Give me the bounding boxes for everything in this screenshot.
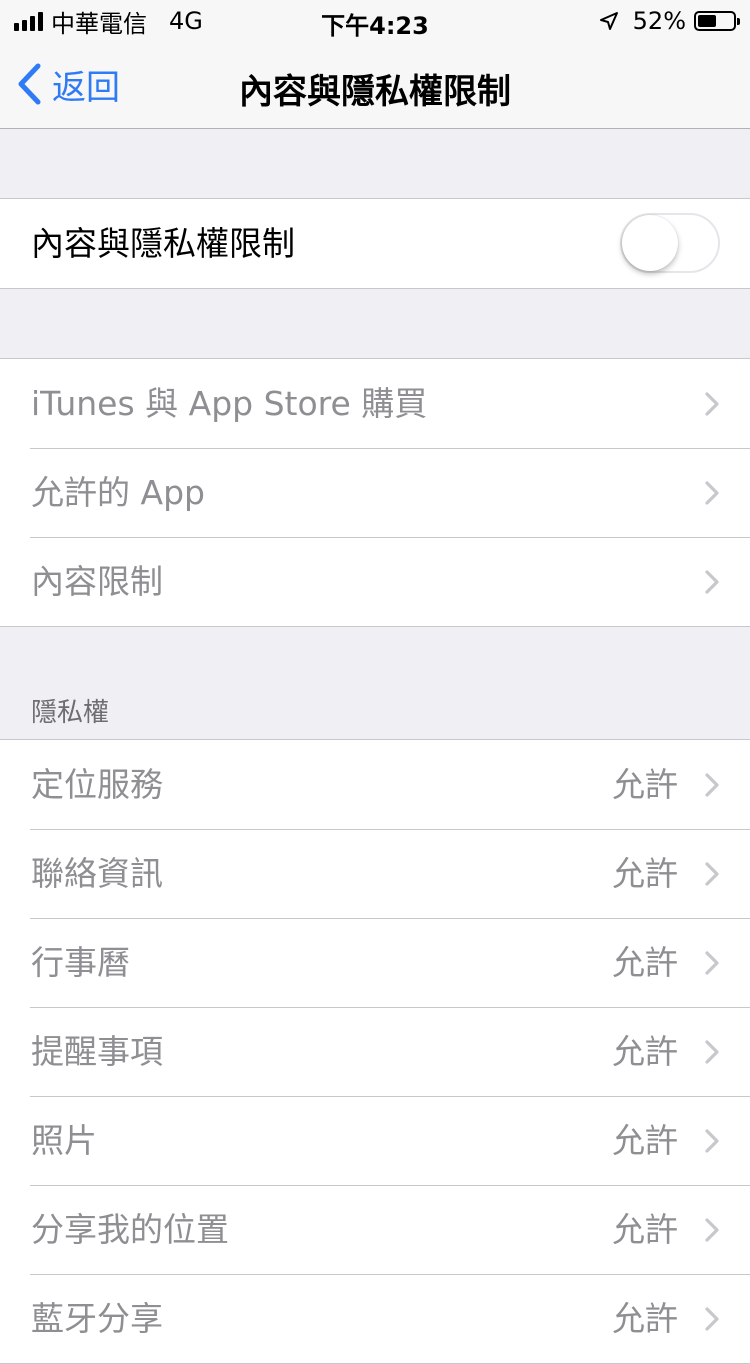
chevron-right-icon: [705, 481, 719, 505]
restrictions-toggle-label: 內容與隱私權限制: [31, 224, 295, 263]
restrictions-toggle-row: 內容與隱私權限制: [0, 199, 750, 288]
list-item-share-my-location[interactable]: 分享我的位置 允許: [0, 1185, 750, 1274]
toggle-knob: [622, 215, 678, 271]
battery-nub: [737, 18, 740, 25]
list-item-reminders[interactable]: 提醒事項 允許: [0, 1007, 750, 1096]
list-item-calendars[interactable]: 行事曆 允許: [0, 918, 750, 1007]
list-item-location-services[interactable]: 定位服務 允許: [0, 740, 750, 829]
status-right: 52%: [599, 6, 740, 36]
chevron-right-icon: [705, 773, 719, 797]
chevron-right-icon: [705, 570, 719, 594]
list-item-value: 允許: [612, 765, 678, 804]
chevron-right-icon: [705, 951, 719, 975]
store-settings-group: iTunes 與 App Store 購買 允許的 App 內容限制: [0, 358, 750, 627]
list-item-value: 允許: [612, 943, 678, 982]
list-item-content-restrictions[interactable]: 內容限制: [0, 537, 750, 626]
list-item-label: 聯絡資訊: [31, 854, 163, 893]
list-item-value: 允許: [612, 1032, 678, 1071]
list-item-itunes-purchases[interactable]: iTunes 與 App Store 購買: [0, 359, 750, 448]
chevron-right-icon: [705, 1129, 719, 1153]
status-bar: 中華電信 4G 下午4:23 52%: [0, 0, 750, 40]
list-item-value: 允許: [612, 1210, 678, 1249]
battery-percent: 52%: [632, 7, 686, 35]
list-item-photos[interactable]: 照片 允許: [0, 1096, 750, 1185]
privacy-settings-group: 定位服務 允許 聯絡資訊 允許 行事曆 允許 提醒事項 允許 照片 允許 分享我…: [0, 739, 750, 1364]
chevron-right-icon: [705, 1040, 719, 1064]
restrictions-toggle-switch[interactable]: [620, 213, 720, 273]
list-item-label: iTunes 與 App Store 購買: [31, 384, 428, 423]
restrictions-toggle-group: 內容與隱私權限制: [0, 198, 750, 289]
list-item-label: 行事曆: [31, 943, 130, 982]
list-item-value: 允許: [612, 1121, 678, 1160]
page-title: 內容與隱私權限制: [239, 72, 511, 112]
list-item-value: 允許: [612, 854, 678, 893]
chevron-right-icon: [705, 392, 719, 416]
list-item-value: 允許: [612, 1299, 678, 1338]
chevron-right-icon: [705, 1307, 719, 1331]
privacy-section-header: 隱私權: [31, 698, 110, 728]
list-item-allowed-apps[interactable]: 允許的 App: [0, 448, 750, 537]
list-item-contacts[interactable]: 聯絡資訊 允許: [0, 829, 750, 918]
navigation-bar: 返回 內容與隱私權限制: [0, 40, 750, 129]
list-item-label: 照片: [31, 1121, 97, 1160]
location-arrow-icon: [599, 12, 618, 30]
chevron-right-icon: [705, 1218, 719, 1242]
list-item-label: 允許的 App: [31, 473, 205, 512]
list-item-label: 提醒事項: [31, 1032, 163, 1071]
list-item-bluetooth-sharing[interactable]: 藍牙分享 允許: [0, 1274, 750, 1363]
list-item-label: 內容限制: [31, 562, 163, 601]
chevron-right-icon: [705, 862, 719, 886]
list-item-label: 分享我的位置: [31, 1210, 229, 1249]
list-item-label: 定位服務: [31, 765, 163, 804]
battery-fill: [698, 15, 716, 27]
list-item-label: 藍牙分享: [31, 1299, 163, 1338]
battery-icon: [694, 11, 740, 31]
